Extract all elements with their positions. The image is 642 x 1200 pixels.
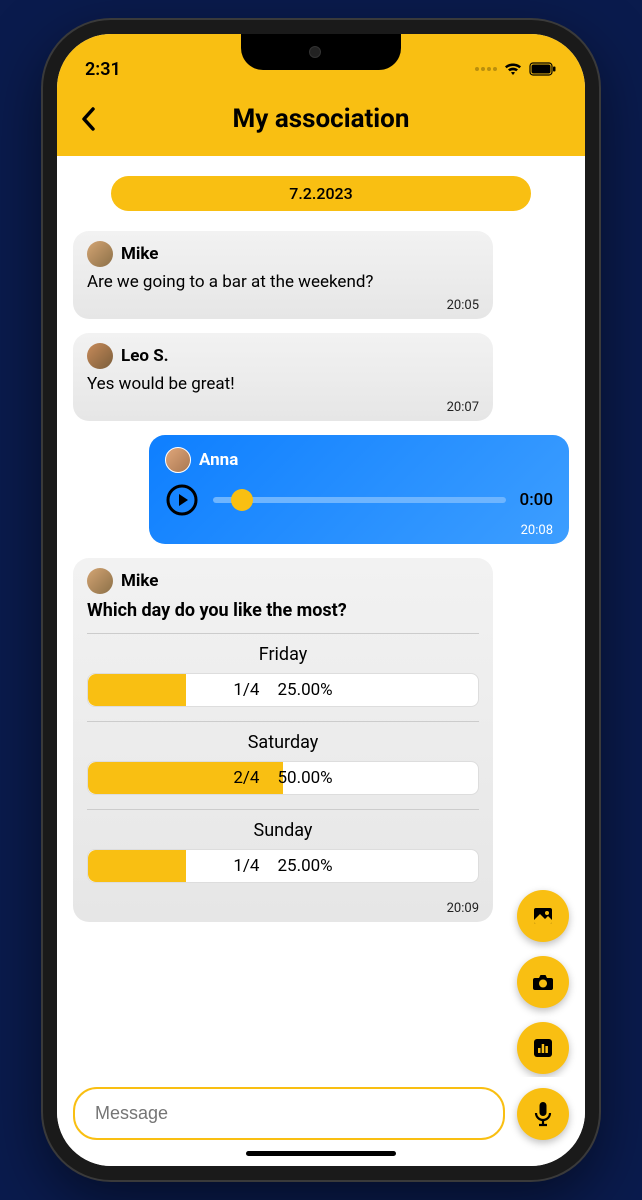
- poll-button[interactable]: [517, 1022, 569, 1074]
- poll-option-label: Sunday: [87, 820, 479, 841]
- message-input[interactable]: [73, 1087, 505, 1140]
- poll-ratio: 1/4: [233, 680, 259, 700]
- poll-bar: 2/4 50.00%: [87, 761, 479, 795]
- poll-option[interactable]: Saturday 2/4 50.00%: [87, 721, 479, 809]
- poll-question: Which day do you like the most?: [87, 600, 479, 621]
- poll-bar: 1/4 25.00%: [87, 673, 479, 707]
- play-icon: [165, 483, 199, 517]
- sender-name: Anna: [199, 450, 238, 470]
- phone-screen: 2:31 My association 7.2.2023: [57, 34, 585, 1166]
- message-bubble[interactable]: Leo S. Yes would be great! 20:07: [73, 333, 493, 421]
- chart-icon: [531, 1036, 555, 1060]
- date-badge: 7.2.2023: [111, 176, 531, 211]
- battery-icon: [529, 62, 557, 76]
- image-icon: [531, 904, 555, 928]
- cellular-dots-icon: [475, 67, 497, 71]
- compose-bar: [57, 1077, 585, 1166]
- poll-ratio: 2/4: [233, 768, 259, 788]
- chat-scroll[interactable]: 7.2.2023 Mike Are we going to a bar at t…: [57, 156, 585, 1080]
- avatar: [165, 447, 191, 473]
- poll-message-bubble[interactable]: Mike Which day do you like the most? Fri…: [73, 558, 493, 922]
- message-time: 20:05: [87, 298, 479, 313]
- poll-option[interactable]: Sunday 1/4 25.00%: [87, 809, 479, 897]
- phone-frame: 2:31 My association 7.2.2023: [43, 20, 599, 1180]
- avatar: [87, 241, 113, 267]
- poll-fill: [88, 674, 186, 706]
- audio-slider[interactable]: [213, 497, 506, 503]
- message-time: 20:08: [165, 523, 553, 538]
- poll-percent: 50.00%: [277, 768, 332, 788]
- sender-name: Mike: [121, 571, 158, 591]
- microphone-icon: [532, 1101, 554, 1127]
- image-button[interactable]: [517, 890, 569, 942]
- sender-name: Mike: [121, 244, 158, 264]
- notch: [241, 34, 401, 70]
- poll-bar: 1/4 25.00%: [87, 849, 479, 883]
- message-time: 20:07: [87, 400, 479, 415]
- page-title: My association: [79, 104, 563, 134]
- wifi-icon: [503, 61, 523, 77]
- message-bubble[interactable]: Mike Are we going to a bar at the weeken…: [73, 231, 493, 319]
- sender-name: Leo S.: [121, 346, 169, 366]
- app-header: My association: [57, 86, 585, 156]
- audio-thumb[interactable]: [231, 489, 253, 511]
- poll-ratio: 1/4: [233, 856, 259, 876]
- message-text: Yes would be great!: [87, 373, 479, 396]
- avatar: [87, 568, 113, 594]
- poll-percent: 25.00%: [277, 856, 332, 876]
- play-button[interactable]: [165, 483, 199, 517]
- poll-option-label: Friday: [87, 644, 479, 665]
- camera-icon: [531, 970, 555, 994]
- avatar: [87, 343, 113, 369]
- camera-dot: [309, 46, 321, 58]
- action-fab-stack: [517, 890, 569, 1074]
- poll-option-label: Saturday: [87, 732, 479, 753]
- audio-duration: 0:00: [520, 490, 553, 510]
- poll-percent: 25.00%: [277, 680, 332, 700]
- home-indicator[interactable]: [246, 1151, 396, 1156]
- message-time: 20:09: [87, 901, 479, 916]
- voice-button[interactable]: [517, 1088, 569, 1140]
- message-text: Are we going to a bar at the weekend?: [87, 271, 479, 294]
- audio-message-bubble[interactable]: Anna 0:00 20:08: [149, 435, 569, 544]
- poll-option[interactable]: Friday 1/4 25.00%: [87, 633, 479, 721]
- camera-button[interactable]: [517, 956, 569, 1008]
- poll-fill: [88, 850, 186, 882]
